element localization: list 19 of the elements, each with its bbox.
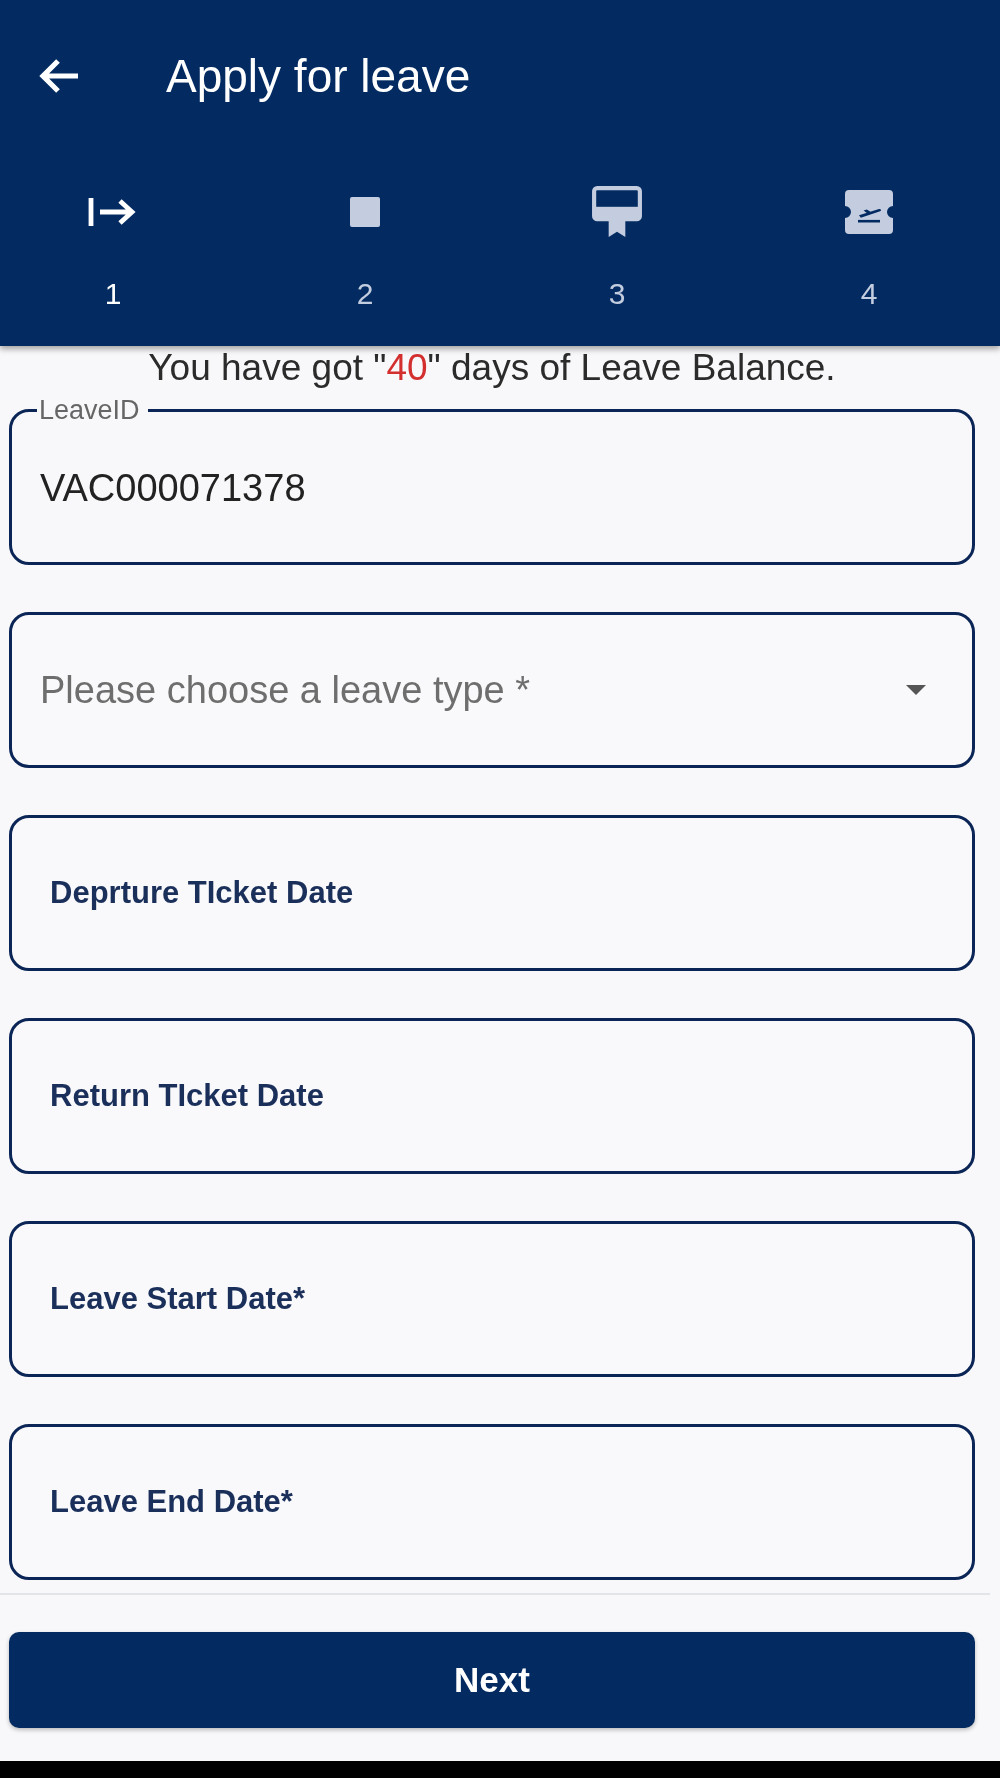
certificate-icon bbox=[592, 186, 642, 238]
step-tab[interactable]: 4 bbox=[839, 188, 899, 312]
page-title: Apply for leave bbox=[166, 49, 471, 104]
plane-ticket-icon bbox=[845, 190, 893, 234]
back-arrow-icon bbox=[38, 58, 80, 94]
arrow-to-right-icon bbox=[88, 196, 138, 228]
next-button[interactable]: Next bbox=[9, 1632, 975, 1728]
step-tab[interactable]: 3 bbox=[587, 188, 647, 312]
step-tab[interactable]: 1 bbox=[83, 188, 143, 312]
dropdown-field[interactable]: Please choose a leave type * bbox=[9, 612, 975, 768]
date-field[interactable]: Deprture TIcket Date bbox=[9, 815, 975, 971]
caret-icon bbox=[906, 685, 926, 695]
back-button[interactable] bbox=[38, 58, 80, 94]
date-field[interactable]: Return TIcket Date bbox=[9, 1018, 975, 1174]
date-field[interactable]: Leave Start Date* bbox=[9, 1221, 975, 1377]
leave-balance-text: You have got "40" days of Leave Balance. bbox=[148, 346, 836, 390]
square-icon bbox=[350, 197, 380, 227]
date-field[interactable]: Leave End Date* bbox=[9, 1424, 975, 1580]
step-tab[interactable]: 2 bbox=[335, 188, 395, 312]
